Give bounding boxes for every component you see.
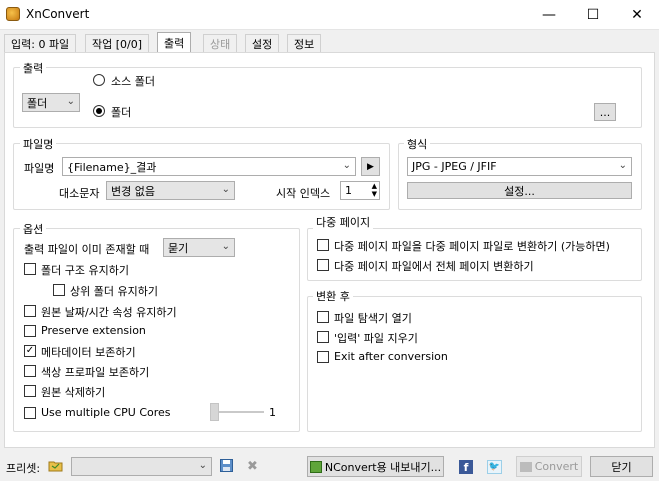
preserve-metadata-label: 메타데이터 보존하기 [41,346,136,359]
multiple-cpu-cores-label: Use multiple CPU Cores [41,406,171,419]
open-folder-icon[interactable] [48,459,64,472]
chevron-down-icon: ⌄ [66,96,75,107]
close-button[interactable]: 닫기 [590,456,653,477]
chevron-down-icon: ⌄ [342,160,351,171]
filename-group-label: 파일명 [20,136,57,152]
output-destination-select[interactable]: 폴더 ⌄ [22,93,80,112]
facebook-icon[interactable]: f [459,460,473,474]
chevron-down-icon: ⌄ [198,460,207,471]
multipage-keep-checkbox[interactable] [317,239,329,251]
tab-status[interactable]: 상태 [203,34,238,52]
start-index-label: 시작 인덱스 [276,187,331,200]
keep-parent-folder-checkbox[interactable] [53,284,65,296]
chevron-down-icon: ⌄ [221,184,230,195]
start-index-stepper[interactable]: 1 ▲ ▼ [340,181,380,200]
output-group-label: 출력 [20,60,47,76]
file-exists-select[interactable]: 묻기 ⌄ [163,238,235,257]
delete-preset-icon[interactable]: ✖ [247,459,258,474]
filename-field-label: 파일명 [24,162,55,175]
cpu-cores-slider-thumb[interactable] [210,403,219,421]
after-conversion-group-label: 변환 후 [313,288,353,304]
output-group [13,67,642,128]
chevron-down-icon: ⌄ [221,241,230,252]
format-value: JPG - JPEG / JFIF [412,160,497,173]
convert-label: Convert [534,460,579,473]
minimize-button[interactable]: — [527,0,571,30]
export-nconvert-label: NConvert용 내보내기... [324,460,442,474]
cpu-cores-slider-track [214,411,264,413]
multiple-cpu-cores-checkbox[interactable] [24,407,36,419]
delete-original-label: 원본 삭제하기 [41,386,106,399]
exit-after-conversion-checkbox[interactable] [317,351,329,363]
cpu-cores-value: 1 [269,406,276,419]
keep-datetime-label: 원본 날짜/시간 속성 유지하기 [41,306,177,319]
maximize-button[interactable]: ☐ [571,0,615,30]
preserve-extension-label: Preserve extension [41,324,146,337]
twitter-icon[interactable]: 🐦 [487,460,502,474]
multipage-keep-label: 다중 페이지 파일을 다중 페이지 파일로 변환하기 (가능하면) [334,240,610,253]
xnconvert-logo-icon [6,7,20,21]
keep-parent-folder-label: 상위 폴더 유지하기 [70,285,158,298]
delete-input-files-checkbox[interactable] [317,331,329,343]
spin-arrows-icon: ▲ ▼ [371,182,377,198]
preserve-color-profile-checkbox[interactable] [24,365,36,377]
options-group-label: 옵션 [20,221,47,237]
preserve-metadata-checkbox[interactable]: ✓ [24,345,36,357]
multipage-all-pages-label: 다중 페이지 파일에서 전체 페이지 변환하기 [334,260,534,273]
chevron-down-icon: ⌄ [618,160,627,171]
file-exists-label: 출력 파일이 이미 존재할 때 [24,243,150,256]
insert-variable-button[interactable]: ▶ [361,157,380,176]
preserve-extension-checkbox[interactable] [24,325,36,337]
open-explorer-label: 파일 탐색기 열기 [334,312,412,325]
multipage-group-label: 다중 페이지 [313,214,374,230]
tab-info[interactable]: 정보 [287,34,322,52]
checkmark-icon: ✓ [25,345,35,356]
save-preset-icon[interactable] [220,459,233,472]
delete-original-checkbox[interactable] [24,385,36,397]
case-value: 변경 없음 [111,184,155,198]
case-select[interactable]: 변경 없음 ⌄ [106,181,235,200]
filename-pattern-input[interactable]: {Filename}_결과 ⌄ [62,157,356,176]
format-settings-button[interactable]: 설정... [407,182,632,199]
format-group-label: 형식 [404,136,431,152]
tab-output[interactable]: 출력 [157,32,192,53]
convert-button[interactable]: Convert [516,456,582,477]
start-index-value: 1 [345,184,352,197]
format-select[interactable]: JPG - JPEG / JFIF ⌄ [407,157,632,176]
script-icon [309,460,322,473]
preserve-color-profile-label: 색상 프로파일 보존하기 [41,366,150,379]
preset-label: 프리셋: [6,462,41,475]
keep-folder-structure-label: 폴더 구조 유지하기 [41,264,129,277]
file-exists-value: 묻기 [168,241,189,255]
preset-select[interactable]: ⌄ [71,457,212,476]
play-arrow-icon: ▶ [367,161,374,172]
case-label: 대소문자 [59,187,100,200]
close-window-button[interactable]: ✕ [615,0,659,30]
open-explorer-checkbox[interactable] [317,311,329,323]
radio-source-folder[interactable] [93,74,105,86]
export-nconvert-button[interactable]: NConvert용 내보내기... [307,456,444,477]
keep-folder-structure-checkbox[interactable] [24,263,36,275]
filename-pattern-value: {Filename}_결과 [67,160,157,174]
format-group [398,143,642,210]
browse-folder-button[interactable]: ... [594,103,616,121]
output-destination-value: 폴더 [27,96,48,110]
tab-input[interactable]: 입력: 0 파일 [4,34,77,52]
tab-actions[interactable]: 작업 [0/0] [85,34,150,52]
delete-input-files-label: '입력' 파일 지우기 [334,332,418,345]
radio-folder[interactable] [93,105,105,117]
tab-settings[interactable]: 설정 [245,34,280,52]
exit-after-conversion-label: Exit after conversion [334,350,448,363]
convert-icon [519,461,532,472]
multipage-all-pages-checkbox[interactable] [317,259,329,271]
radio-folder-label: 폴더 [111,106,132,119]
window-title: XnConvert [26,7,90,21]
keep-datetime-checkbox[interactable] [24,305,36,317]
radio-source-folder-label: 소스 폴더 [111,75,155,88]
